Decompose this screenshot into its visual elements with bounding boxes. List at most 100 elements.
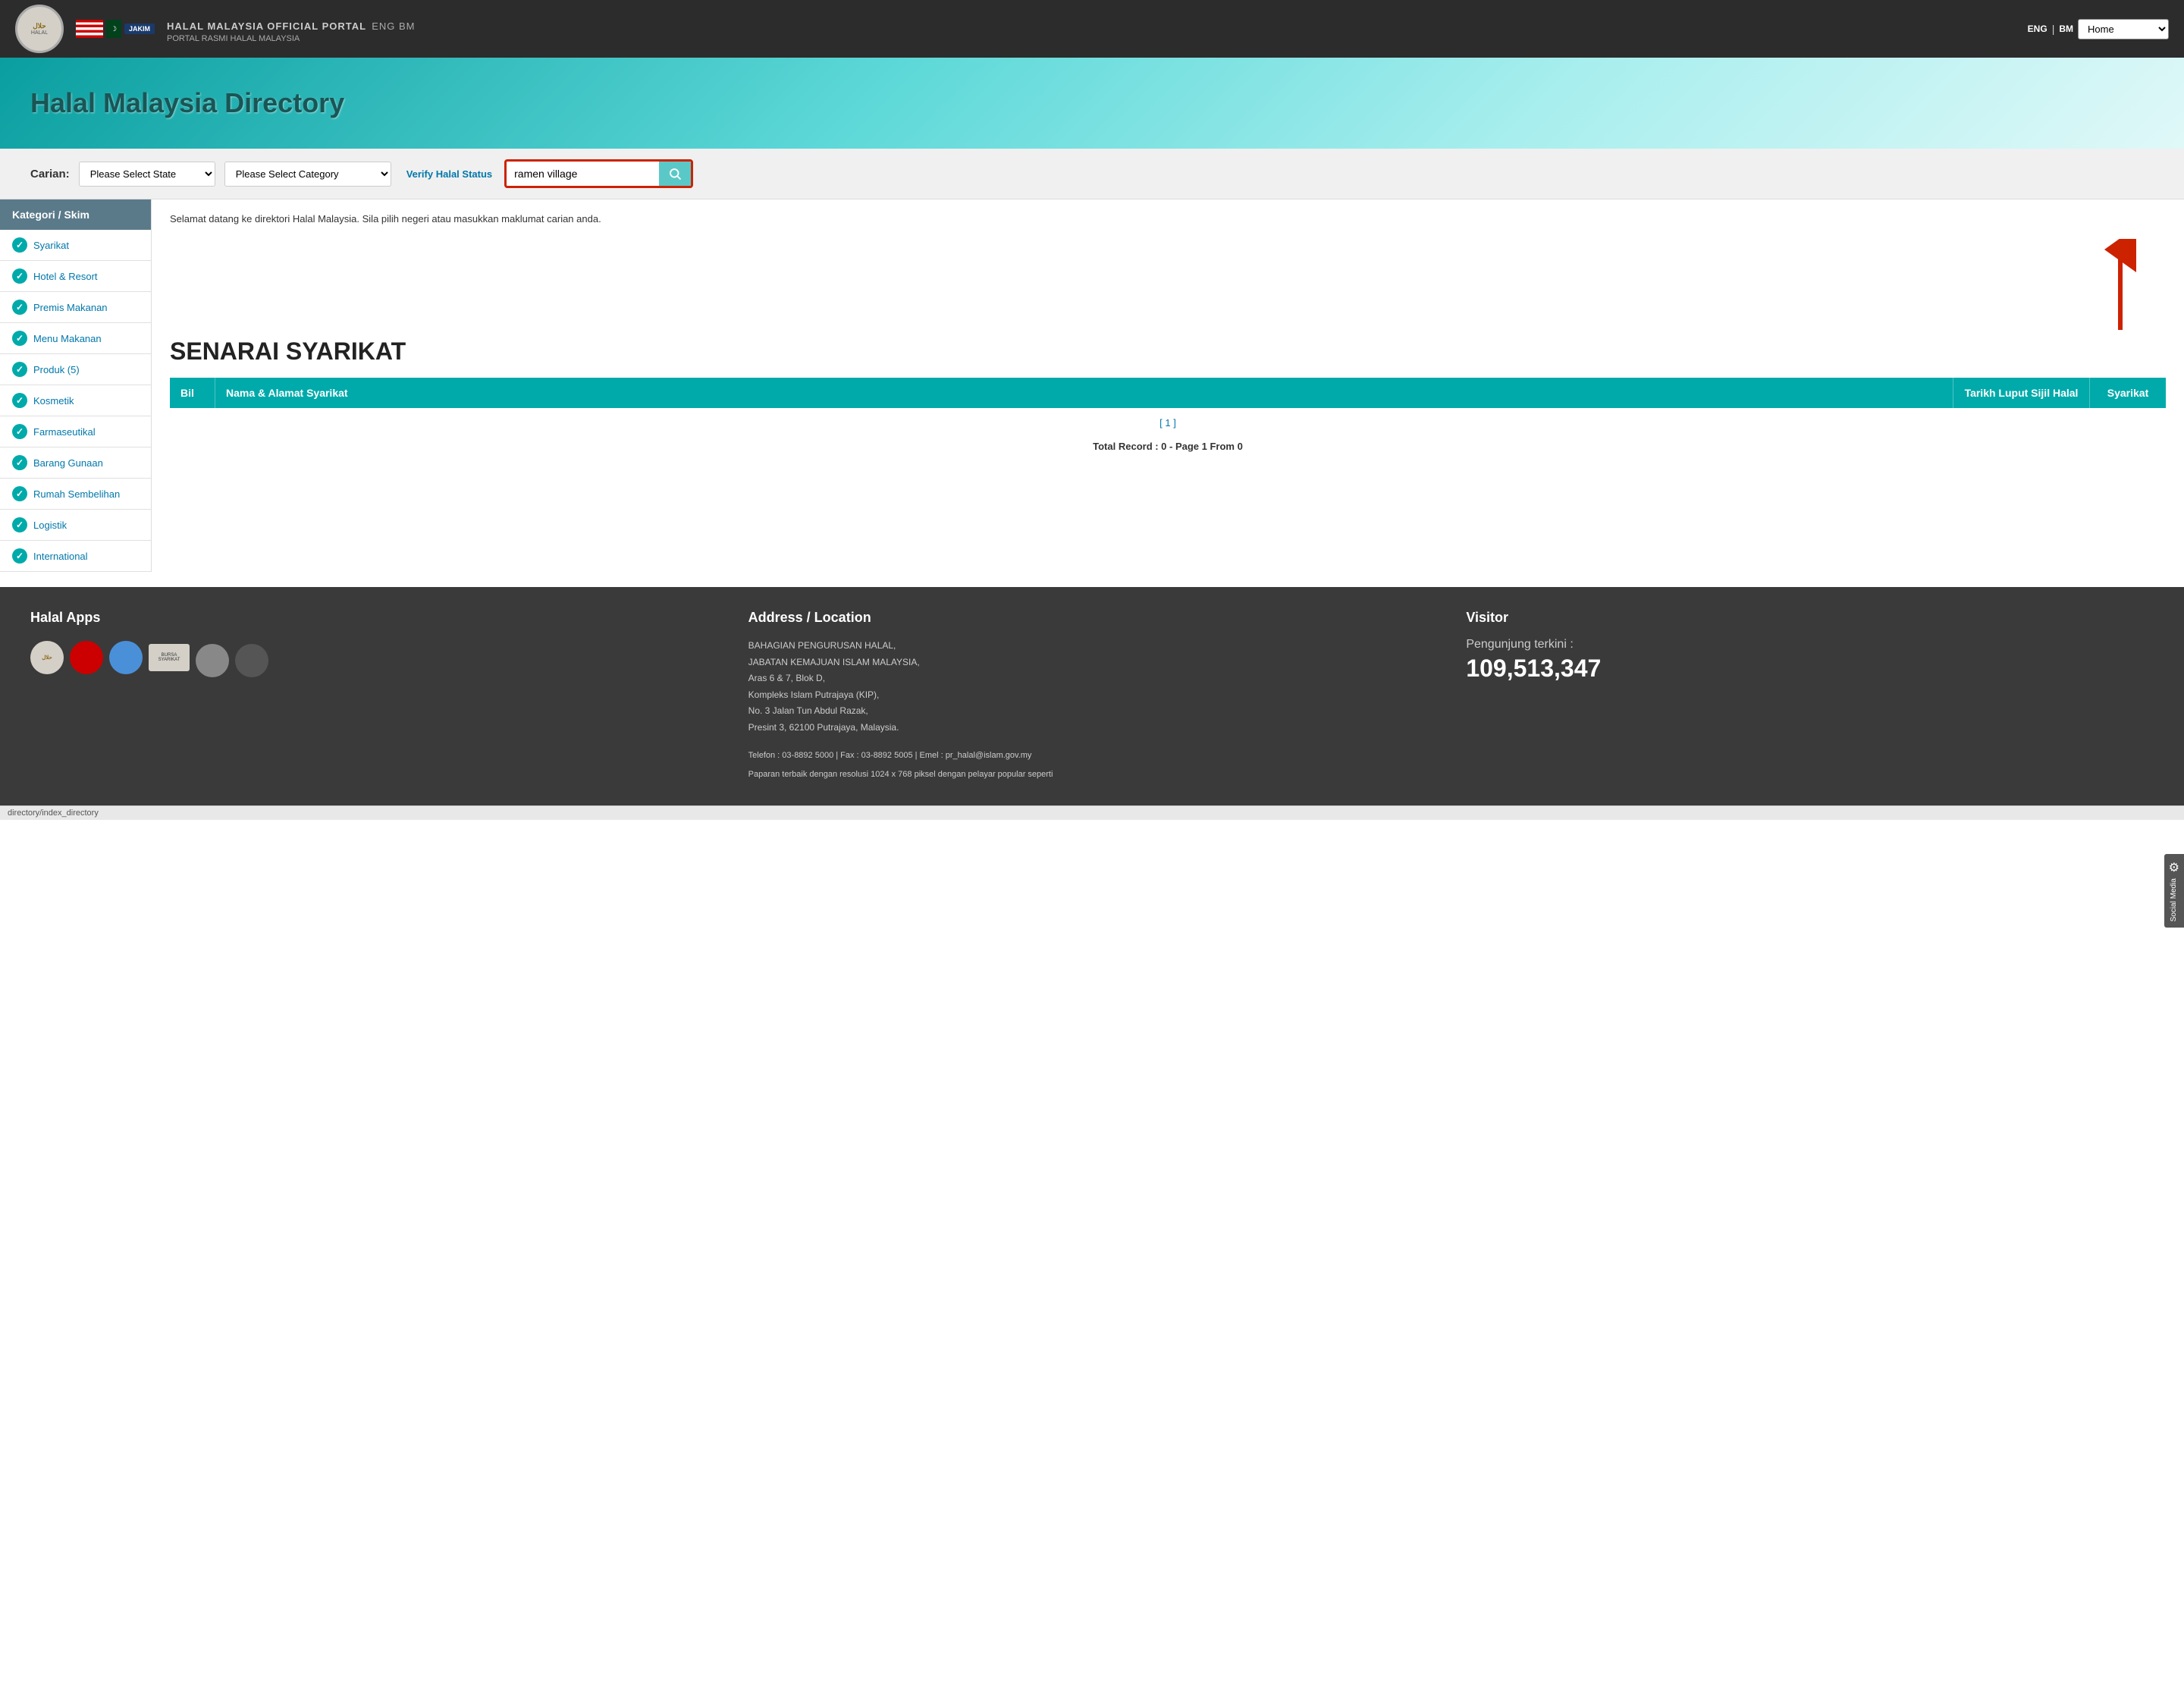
col-nama: Nama & Alamat Syarikat (215, 378, 1953, 408)
footer-address-title: Address / Location (748, 610, 1436, 626)
footer-logos: حلال BURSASYARIKAT (30, 638, 718, 677)
nav-dropdown[interactable]: Home (2078, 19, 2169, 39)
check-icon (12, 268, 27, 284)
sidebar-item-syarikat[interactable]: Syarikat (0, 230, 151, 261)
sidebar-header: Kategori / Skim (0, 199, 151, 230)
sidebar-item-kosmetik[interactable]: Kosmetik (0, 385, 151, 416)
sidebar-item-barang-gunaan[interactable]: Barang Gunaan (0, 447, 151, 479)
list-title: SENARAI SYARIKAT (170, 338, 2166, 366)
sidebar-item-hotel[interactable]: Hotel & Resort (0, 261, 151, 292)
search-icon (668, 167, 682, 181)
app-logo-4: BURSASYARIKAT (149, 644, 190, 671)
col-tarikh: Tarikh Luput Sijil Halal (1953, 378, 2090, 408)
table-pagination[interactable]: [ 1 ] (170, 408, 2166, 438)
footer-apps: Halal Apps حلال BURSASYARIKAT (30, 610, 718, 783)
footer: Halal Apps حلال BURSASYARIKAT Address / … (0, 587, 2184, 805)
sidebar-item-farmaseutikal[interactable]: Farmaseutikal (0, 416, 151, 447)
check-icon (12, 362, 27, 377)
jakim-badge: JAKIM (124, 24, 155, 34)
check-icon (12, 300, 27, 315)
sidebar-item-premis-makanan[interactable]: Premis Makanan (0, 292, 151, 323)
app-logo-3 (109, 641, 143, 674)
sidebar-item-label: Menu Makanan (33, 333, 102, 344)
table-header: Bil Nama & Alamat Syarikat Tarikh Luput … (170, 378, 2166, 408)
halal-logo: حلال HALAL (15, 5, 64, 53)
sidebar-item-label: Barang Gunaan (33, 457, 103, 469)
content-area: Selamat datang ke direktori Halal Malays… (152, 199, 2184, 572)
col-bil: Bil (170, 378, 215, 408)
gear-icon: ⚙ (2169, 860, 2179, 875)
app-logo-1: حلال (30, 641, 64, 674)
check-icon (12, 548, 27, 564)
red-arrow-icon (2098, 239, 2143, 330)
sidebar-item-produk[interactable]: Produk (5) (0, 354, 151, 385)
search-bar: Carian: Please Select State JohorKedahKe… (0, 149, 2184, 199)
sidebar-item-label: Syarikat (33, 240, 69, 251)
header-nav: ENG | BM Home (2028, 19, 2169, 39)
table-total: Total Record : 0 - Page 1 From 0 (170, 438, 2166, 455)
arrow-container (170, 239, 2166, 330)
malaysia-flag (76, 20, 103, 38)
sidebar-item-label: Produk (5) (33, 364, 80, 375)
sidebar-item-label: Rumah Sembelihan (33, 488, 120, 500)
portal-title: HALAL MALAYSIA OFFICIAL PORTAL ENG BM PO… (167, 14, 2016, 43)
statusbar: directory/index_directory (0, 805, 2184, 820)
social-media-label: Social Media (2170, 878, 2178, 922)
check-icon (12, 237, 27, 253)
search-input[interactable] (507, 163, 659, 184)
footer-address-line3: Aras 6 & 7, Blok D, (748, 670, 1436, 687)
portal-title-main: HALAL MALAYSIA OFFICIAL PORTAL ENG BM (167, 14, 2016, 34)
sidebar-item-international[interactable]: International (0, 541, 151, 572)
search-button[interactable] (659, 162, 691, 186)
pagination-link[interactable]: [ 1 ] (1159, 417, 1176, 429)
footer-address-line2: JABATAN KEMAJUAN ISLAM MALAYSIA, (748, 655, 1436, 671)
welcome-text: Selamat datang ke direktori Halal Malays… (170, 212, 2166, 227)
footer-address-line5: No. 3 Jalan Tun Abdul Razak, (748, 703, 1436, 720)
visitor-count: 109,513,347 (1466, 655, 2154, 683)
col-syarikat: Syarikat (2090, 378, 2166, 408)
flag-logos: ☽ JAKIM (76, 20, 155, 38)
statusbar-url: directory/index_directory (8, 808, 99, 818)
state-select[interactable]: Please Select State JohorKedahKelantan M… (79, 162, 215, 187)
check-icon (12, 517, 27, 532)
sidebar-item-label: Logistik (33, 520, 67, 531)
icon2: ☽ (106, 20, 121, 38)
footer-address: Address / Location BAHAGIAN PENGURUSAN H… (748, 610, 1436, 783)
sidebar-item-label: International (33, 551, 88, 562)
visitor-label: Pengunjung terkini : (1466, 638, 2154, 651)
footer-visitor-title: Visitor (1466, 610, 2154, 626)
app-logo-5 (196, 644, 229, 677)
search-input-wrapper (504, 159, 693, 188)
lang-eng[interactable]: ENG (2028, 24, 2048, 34)
app-logo-2 (70, 641, 103, 674)
check-icon (12, 331, 27, 346)
verify-halal-link[interactable]: Verify Halal Status (406, 168, 492, 180)
footer-address-line1: BAHAGIAN PENGURUSAN HALAL, (748, 638, 1436, 655)
banner: Halal Malaysia Directory (0, 58, 2184, 149)
check-icon (12, 424, 27, 439)
main-content: Kategori / Skim Syarikat Hotel & Resort … (0, 199, 2184, 572)
search-label: Carian: (30, 168, 70, 181)
footer-apps-title: Halal Apps (30, 610, 718, 626)
sidebar-item-menu-makanan[interactable]: Menu Makanan (0, 323, 151, 354)
footer-address-line4: Kompleks Islam Putrajaya (KIP), (748, 687, 1436, 704)
footer-phone-fax: Telefon : 03-8892 5000 | Fax : 03-8892 5… (748, 749, 1436, 764)
footer-resolution: Paparan terbaik dengan resolusi 1024 x 7… (748, 768, 1436, 783)
sidebar-item-rumah-sembelihan[interactable]: Rumah Sembelihan (0, 479, 151, 510)
sidebar-item-label: Kosmetik (33, 395, 74, 407)
app-logo-6 (235, 644, 268, 677)
sidebar-item-logistik[interactable]: Logistik (0, 510, 151, 541)
sidebar-item-label: Premis Makanan (33, 302, 108, 313)
check-icon (12, 455, 27, 470)
category-select[interactable]: Please Select Category SyarikatHotel & R… (224, 162, 391, 187)
check-icon (12, 393, 27, 408)
sidebar-item-label: Hotel & Resort (33, 271, 98, 282)
footer-address-line6: Presint 3, 62100 Putrajaya, Malaysia. (748, 720, 1436, 736)
header: حلال HALAL ☽ JAKIM HALAL MALAYSIA OFFICI… (0, 0, 2184, 58)
check-icon (12, 486, 27, 501)
sidebar: Kategori / Skim Syarikat Hotel & Resort … (0, 199, 152, 572)
banner-title: Halal Malaysia Directory (30, 87, 344, 119)
social-media-button[interactable]: ⚙ Social Media (2164, 854, 2184, 928)
lang-bm[interactable]: BM (2059, 24, 2073, 34)
results-table: Bil Nama & Alamat Syarikat Tarikh Luput … (170, 378, 2166, 455)
